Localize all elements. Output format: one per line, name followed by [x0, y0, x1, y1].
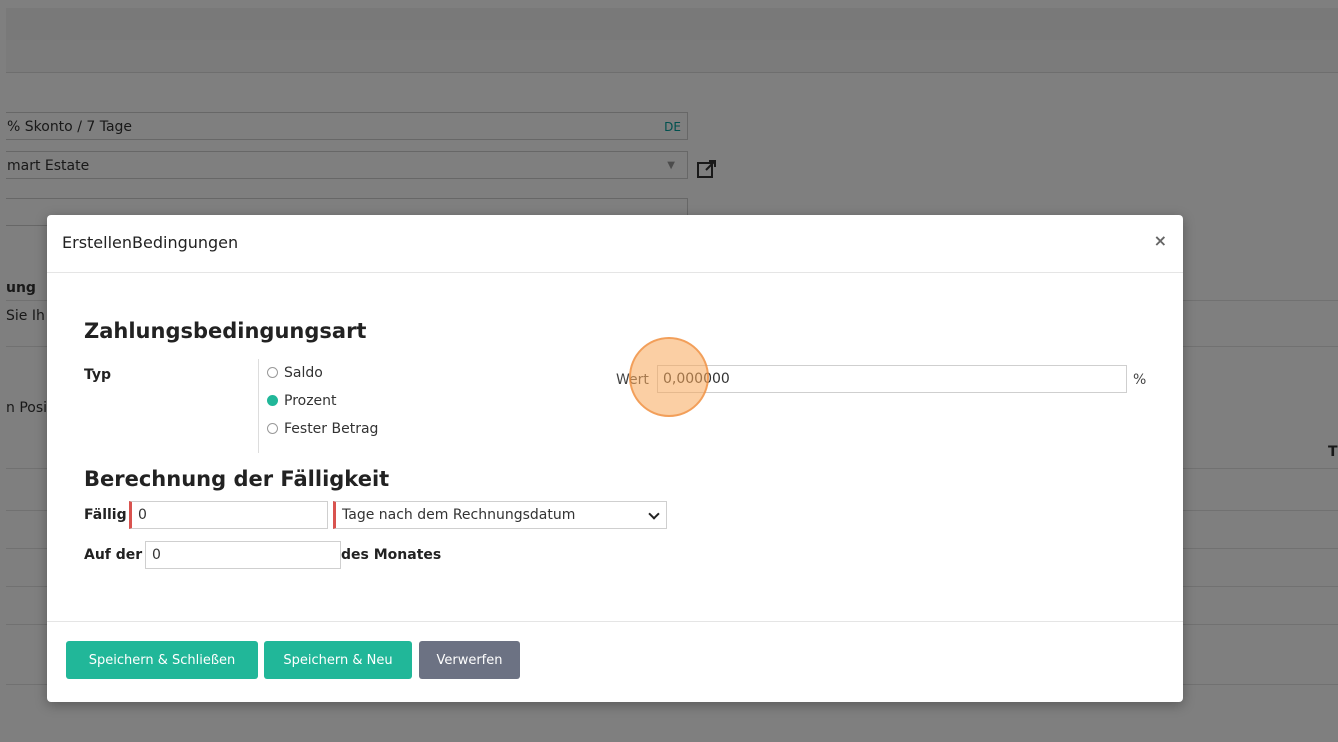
- discard-button[interactable]: Verwerfen: [419, 641, 520, 679]
- auf-der-input[interactable]: [145, 541, 341, 569]
- typ-radio-group: Saldo Prozent Fester Betrag: [258, 359, 378, 453]
- typ-label: Typ: [84, 367, 112, 383]
- radio-label: Prozent: [284, 393, 337, 409]
- radio-button[interactable]: [267, 367, 278, 378]
- select-value: Tage nach dem Rechnungsdatum: [342, 507, 576, 523]
- faellig-days-input[interactable]: [129, 501, 328, 529]
- auf-der-label: Auf der: [84, 547, 143, 563]
- percent-unit: %: [1133, 372, 1147, 388]
- radio-button[interactable]: [267, 423, 278, 434]
- close-icon[interactable]: ×: [1154, 231, 1167, 250]
- modal-header: ErstellenBedingungen ×: [47, 215, 1183, 273]
- click-highlight: [629, 337, 709, 417]
- des-monates-label: des Monates: [341, 547, 442, 563]
- save-new-button[interactable]: Speichern & Neu: [264, 641, 412, 679]
- section-title-due-calculation: Berechnung der Fälligkeit: [84, 467, 390, 491]
- radio-option-saldo[interactable]: Saldo: [267, 359, 378, 387]
- modal-footer: Speichern & Schließen Speichern & Neu Ve…: [47, 621, 1183, 703]
- faellig-label: Fällig: [84, 507, 127, 523]
- section-title-payment-type: Zahlungsbedingungsart: [84, 319, 367, 343]
- create-terms-dialog: ErstellenBedingungen × Zahlungsbedingung…: [47, 215, 1183, 702]
- radio-label: Fester Betrag: [284, 421, 379, 437]
- save-close-button[interactable]: Speichern & Schließen: [66, 641, 258, 679]
- chevron-down-icon: [648, 508, 660, 520]
- radio-option-prozent[interactable]: Prozent: [267, 387, 378, 415]
- faellig-option-select[interactable]: Tage nach dem Rechnungsdatum: [333, 501, 667, 529]
- wert-input[interactable]: [657, 365, 1127, 393]
- radio-option-fester-betrag[interactable]: Fester Betrag: [267, 415, 378, 443]
- modal-title: ErstellenBedingungen: [62, 233, 239, 252]
- radio-label: Saldo: [284, 365, 323, 381]
- radio-button-checked[interactable]: [267, 395, 278, 406]
